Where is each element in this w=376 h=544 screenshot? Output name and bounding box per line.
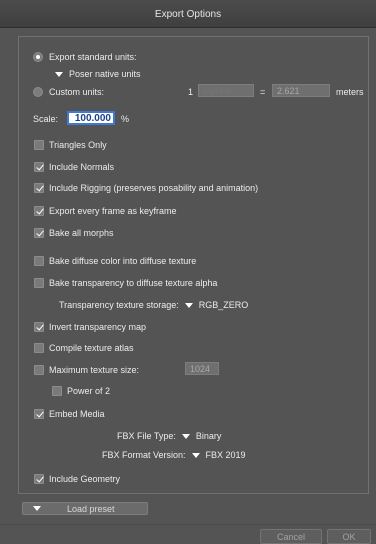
ok-button[interactable]: OK	[327, 529, 371, 544]
max-texture-size-option[interactable]: Maximum texture size:	[34, 365, 139, 375]
load-preset-arrow-icon	[33, 506, 41, 511]
export-standard-units-row[interactable]: Export standard units:	[33, 52, 137, 62]
bake-all-morphs-checkbox[interactable]	[34, 228, 44, 238]
include-rigging-checkbox[interactable]	[34, 183, 44, 193]
dropdown-arrow-icon	[55, 71, 63, 77]
include-geometry-checkbox[interactable]	[34, 474, 44, 484]
include-geometry-option[interactable]: Include Geometry	[34, 474, 120, 484]
compile-atlas-label: Compile texture atlas	[49, 343, 134, 353]
compile-atlas-checkbox[interactable]	[34, 343, 44, 353]
export-every-frame-label: Export every frame as keyframe	[49, 206, 177, 216]
load-preset-button[interactable]: Load preset	[22, 502, 148, 515]
fbx-file-type-label: FBX File Type:	[117, 431, 176, 441]
footer-divider	[0, 524, 376, 525]
bake-diffuse-checkbox[interactable]	[34, 256, 44, 266]
custom-unit-meters-field[interactable]: 2.621	[272, 84, 330, 97]
standard-units-label: Export standard units:	[49, 52, 137, 62]
transparency-storage-row: Transparency texture storage: RGB_ZERO	[59, 300, 248, 310]
embed-media-checkbox[interactable]	[34, 409, 44, 419]
meters-label: meters	[336, 87, 364, 97]
cancel-button[interactable]: Cancel	[260, 529, 322, 544]
fbx-format-version-label: FBX Format Version:	[102, 450, 186, 460]
power-of-2-option[interactable]: Power of 2	[52, 386, 110, 396]
max-texture-size-checkbox[interactable]	[34, 365, 44, 375]
export-every-frame-option[interactable]: Export every frame as keyframe	[34, 206, 177, 216]
scale-unit: %	[121, 114, 130, 124]
triangles-only-option[interactable]: Triangles Only	[34, 140, 107, 150]
transparency-storage-value[interactable]: RGB_ZERO	[199, 300, 249, 310]
fbx-format-version-arrow-icon[interactable]	[191, 452, 200, 458]
title-bar: Export Options	[0, 0, 376, 28]
custom-unit-count: 1	[188, 87, 194, 97]
max-texture-size-label: Maximum texture size:	[49, 365, 140, 375]
invert-transparency-checkbox[interactable]	[34, 322, 44, 332]
bake-transparency-checkbox[interactable]	[34, 278, 44, 288]
fbx-format-version-row: FBX Format Version: FBX 2019	[102, 450, 246, 460]
scale-input[interactable]: 100.000	[67, 111, 115, 125]
bake-transparency-option[interactable]: Bake transparency to diffuse texture alp…	[34, 278, 217, 288]
export-every-frame-checkbox[interactable]	[34, 206, 44, 216]
invert-transparency-option[interactable]: Invert transparency map	[34, 322, 146, 332]
bake-diffuse-option[interactable]: Bake diffuse color into diffuse texture	[34, 256, 196, 266]
custom-units-row[interactable]: Custom units:	[33, 87, 104, 97]
fbx-file-type-row: FBX File Type: Binary	[117, 431, 221, 441]
power-of-2-checkbox[interactable]	[52, 386, 62, 396]
include-normals-option[interactable]: Include Normals	[34, 162, 114, 172]
embed-media-option[interactable]: Embed Media	[34, 409, 105, 419]
transparency-storage-arrow-icon[interactable]	[184, 302, 193, 308]
custom-unit-name-field[interactable]	[198, 84, 254, 97]
triangles-only-checkbox[interactable]	[34, 140, 44, 150]
bake-all-morphs-option[interactable]: Bake all morphs	[34, 228, 114, 238]
poser-native-units-label: Poser native units	[69, 69, 141, 79]
compile-atlas-option[interactable]: Compile texture atlas	[34, 343, 134, 353]
scale-label: Scale:	[33, 114, 59, 124]
include-rigging-option[interactable]: Include Rigging (preserves posability an…	[34, 183, 258, 193]
invert-transparency-label: Invert transparency map	[49, 322, 147, 332]
bake-diffuse-label: Bake diffuse color into diffuse texture	[49, 256, 197, 266]
include-normals-label: Include Normals	[49, 162, 115, 172]
standard-units-radio[interactable]	[33, 52, 43, 62]
include-rigging-label: Include Rigging (preserves posability an…	[49, 183, 259, 193]
embed-media-label: Embed Media	[49, 409, 105, 419]
transparency-storage-label: Transparency texture storage:	[59, 300, 179, 310]
bake-all-morphs-label: Bake all morphs	[49, 228, 114, 238]
equals-sign: =	[260, 87, 266, 97]
triangles-only-label: Triangles Only	[49, 140, 107, 150]
poser-native-units-dropdown[interactable]: Poser native units	[55, 69, 141, 79]
power-of-2-label: Power of 2	[67, 386, 111, 396]
fbx-file-type-arrow-icon[interactable]	[181, 433, 190, 439]
custom-units-radio[interactable]	[33, 87, 43, 97]
load-preset-label: Load preset	[67, 503, 115, 514]
fbx-file-type-value[interactable]: Binary	[196, 431, 222, 441]
include-normals-checkbox[interactable]	[34, 162, 44, 172]
include-geometry-label: Include Geometry	[49, 474, 121, 484]
bake-transparency-label: Bake transparency to diffuse texture alp…	[49, 278, 218, 288]
window-title: Export Options	[154, 9, 222, 20]
max-texture-size-field[interactable]: 1024	[185, 362, 219, 375]
custom-units-label: Custom units:	[49, 87, 105, 97]
fbx-format-version-value[interactable]: FBX 2019	[206, 450, 246, 460]
